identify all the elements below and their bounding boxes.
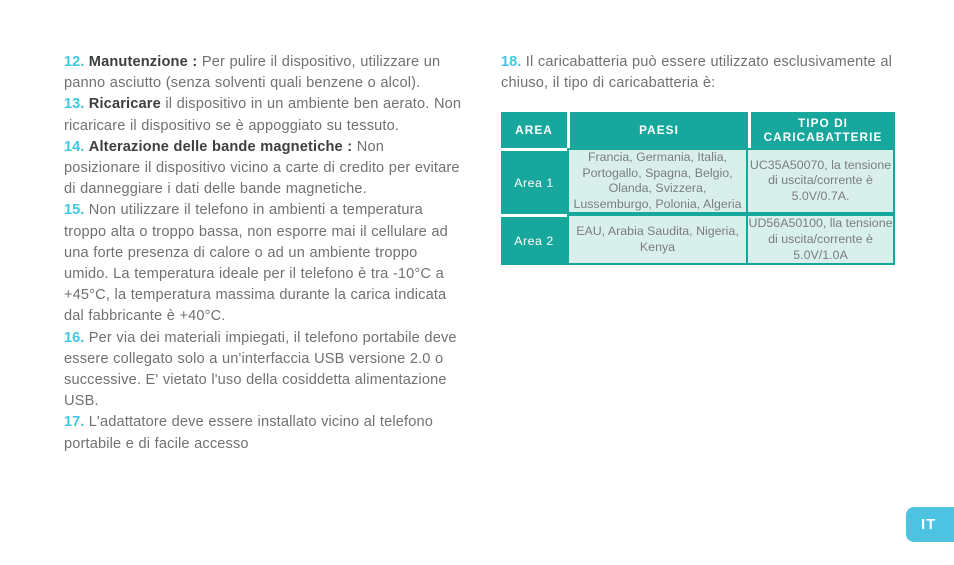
- row-area-2: Area 2: [501, 214, 567, 266]
- language-tab-it[interactable]: IT: [906, 507, 954, 542]
- item-number-18: 18.: [501, 54, 522, 70]
- item-number-16: 16.: [64, 329, 85, 346]
- row-area-1: Area 1: [501, 148, 567, 215]
- table-row: Area 1 Francia, Germania, Italia, Portog…: [501, 148, 895, 215]
- item-text-15: Non utilizzare il telefono in ambienti a…: [64, 202, 448, 325]
- instruction-item-13: 13. Ricaricare il dispositivo in un ambi…: [64, 94, 464, 136]
- item-number-17: 17.: [64, 414, 85, 431]
- instruction-item-12: 12. Manutenzione : Per pulire il disposi…: [64, 52, 464, 94]
- instruction-item-16: 16. Per via dei materiali impiegati, il …: [64, 328, 464, 413]
- table-header-row: AREA PAESI TIPO DI CARICABATTERIE: [501, 112, 895, 148]
- left-text-column: 12. Manutenzione : Per pulire il disposi…: [64, 52, 464, 455]
- item-text-16: Per via dei materiali impiegati, il tele…: [64, 329, 457, 410]
- table-header-area: AREA: [501, 112, 567, 148]
- item-text-18: Il caricabatteria può essere utilizzato …: [501, 54, 892, 92]
- item-lead-13: Ricaricare: [88, 96, 161, 113]
- table-row: Area 2 EAU, Arabia Saudita, Nigeria, Ken…: [501, 214, 895, 266]
- item-number-15: 15.: [64, 202, 85, 219]
- item-lead-14: Alterazione delle bande magnetiche :: [88, 138, 353, 155]
- language-tab-label: IT: [921, 516, 937, 533]
- instruction-item-17: 17. L'adattatore deve essere installato …: [64, 412, 464, 454]
- item-number-14: 14.: [64, 138, 85, 155]
- row-paesi-1: Francia, Germania, Italia, Portogallo, S…: [567, 148, 748, 215]
- item-text-17: L'adattatore deve essere installato vici…: [64, 414, 434, 452]
- instruction-item-15: 15. Non utilizzare il telefono in ambien…: [64, 200, 464, 327]
- item-number-12: 12.: [64, 54, 85, 70]
- table-header-tipo-line1: TIPO DI: [797, 116, 849, 130]
- item-lead-12: Manutenzione :: [88, 54, 198, 70]
- table-header-tipo: TIPO DI CARICABATTERIE: [748, 112, 895, 148]
- charger-type-table: AREA PAESI TIPO DI CARICABATTERIE Area 1…: [501, 112, 895, 266]
- instruction-item-18: 18. Il caricabatteria può essere utilizz…: [501, 52, 901, 94]
- table-header-tipo-line2: CARICABATTERIE: [763, 130, 883, 144]
- right-text-column: 18. Il caricabatteria può essere utilizz…: [501, 52, 901, 94]
- table-body: Area 1 Francia, Germania, Italia, Portog…: [501, 148, 895, 266]
- table-header: AREA PAESI TIPO DI CARICABATTERIE: [501, 112, 895, 148]
- table-header-paesi: PAESI: [567, 112, 748, 148]
- item-number-13: 13.: [64, 96, 85, 113]
- row-tipo-1: UC35A50070, la tensione di uscita/corren…: [748, 148, 895, 215]
- manual-page: 12. Manutenzione : Per pulire il disposi…: [0, 0, 954, 565]
- row-tipo-2: UD56A50100, lla tensione di uscita/corre…: [748, 214, 895, 266]
- instruction-item-14: 14. Alterazione delle bande magnetiche :…: [64, 137, 464, 201]
- row-paesi-2: EAU, Arabia Saudita, Nigeria, Kenya: [567, 214, 748, 266]
